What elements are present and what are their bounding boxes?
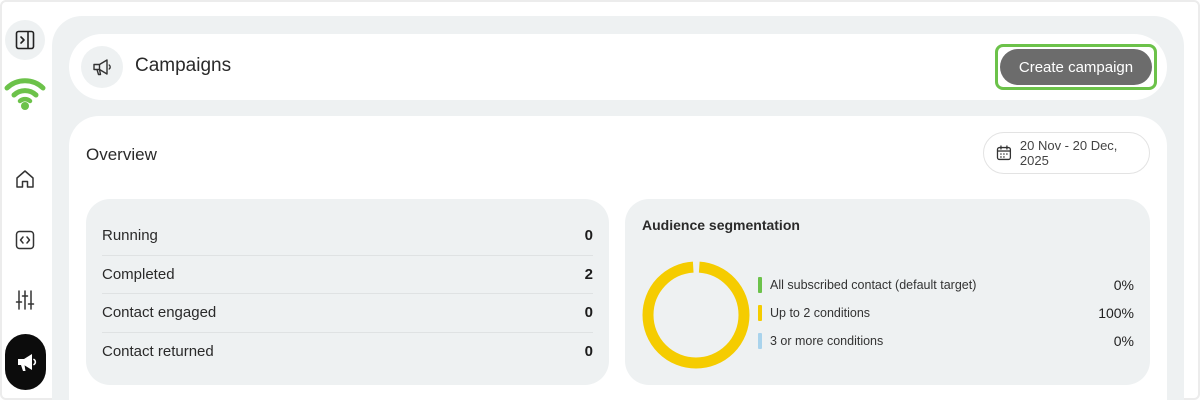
stat-label: Completed xyxy=(102,265,175,283)
sidebar-item-code[interactable] xyxy=(12,227,38,253)
stat-row-running: Running 0 xyxy=(102,217,593,256)
sidebar-toggle-button[interactable] xyxy=(5,20,45,60)
legend-value: 100% xyxy=(1098,305,1134,321)
stats-card: Running 0 Completed 2 Contact engaged 0 … xyxy=(86,199,609,385)
page-header: Campaigns Create campaign xyxy=(69,34,1167,100)
legend-swatch xyxy=(758,305,762,321)
date-range-picker[interactable]: 20 Nov - 20 Dec, 2025 xyxy=(983,132,1150,174)
stat-value: 0 xyxy=(584,343,593,361)
home-icon xyxy=(16,170,34,188)
audience-title: Audience segmentation xyxy=(642,217,800,233)
sidebar-item-campaigns[interactable] xyxy=(5,334,46,390)
legend-label: 3 or more conditions xyxy=(770,334,884,348)
calendar-icon xyxy=(996,145,1012,161)
megaphone-icon xyxy=(93,59,111,76)
audience-segmentation-card: Audience segmentation All subscribed con… xyxy=(625,199,1150,385)
page-title: Campaigns xyxy=(135,55,232,76)
stat-row-completed: Completed 2 xyxy=(102,256,593,294)
date-range-label: 20 Nov - 20 Dec, 2025 xyxy=(1019,138,1118,168)
wifi-logo-icon[interactable] xyxy=(4,74,46,112)
sidebar xyxy=(0,0,52,400)
overview-section: Overview 20 Nov - 20 Dec, 2025 Running 0… xyxy=(69,116,1167,400)
legend-item: 3 or more conditions 0% xyxy=(758,327,1134,355)
legend-swatch xyxy=(758,277,762,293)
stat-label: Running xyxy=(102,227,158,245)
legend-value: 0% xyxy=(1113,333,1134,349)
stat-value: 0 xyxy=(584,304,593,322)
stat-value: 0 xyxy=(584,227,593,245)
audience-legend: All subscribed contact (default target) … xyxy=(758,271,1134,355)
sidebar-item-home[interactable] xyxy=(12,166,38,192)
donut-segment-1 xyxy=(642,261,750,369)
stat-label: Contact engaged xyxy=(102,304,217,322)
header-icon-badge xyxy=(81,46,123,88)
stat-row-contact-engaged: Contact engaged 0 xyxy=(102,294,593,333)
legend-item: Up to 2 conditions 100% xyxy=(758,299,1134,327)
legend-label: Up to 2 conditions xyxy=(770,306,871,320)
audience-donut-chart xyxy=(642,261,750,369)
sliders-icon xyxy=(15,290,35,310)
legend-swatch xyxy=(758,333,762,349)
panel-toggle-icon xyxy=(15,30,35,50)
main-panel: Campaigns Create campaign Overview 20 No… xyxy=(52,16,1184,400)
code-icon xyxy=(15,230,35,250)
legend-value: 0% xyxy=(1113,277,1134,293)
legend-item: All subscribed contact (default target) … xyxy=(758,271,1134,299)
stat-label: Contact returned xyxy=(102,343,214,361)
legend-label: All subscribed contact (default target) xyxy=(770,278,977,292)
sidebar-item-settings[interactable] xyxy=(12,287,38,313)
create-campaign-button[interactable]: Create campaign xyxy=(1000,49,1152,85)
stat-value: 2 xyxy=(584,265,593,283)
megaphone-icon xyxy=(17,354,36,371)
stat-row-contact-returned: Contact returned 0 xyxy=(102,333,593,372)
overview-title: Overview xyxy=(86,145,157,164)
